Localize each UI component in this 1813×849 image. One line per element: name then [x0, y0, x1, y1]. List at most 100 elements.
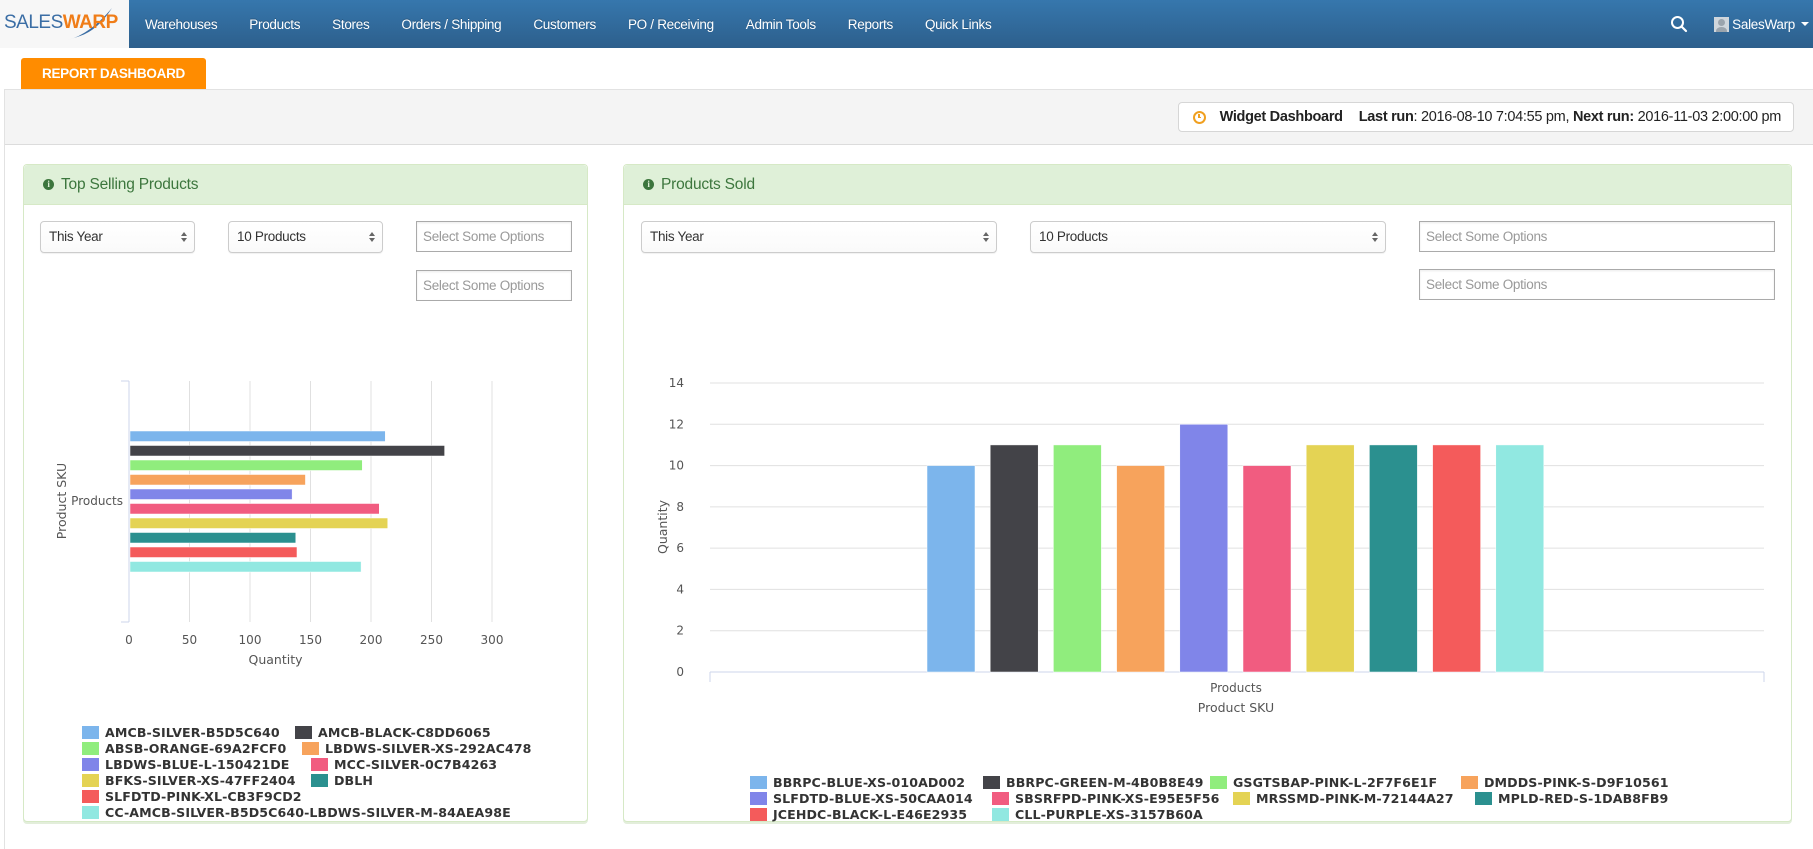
nav-orders-shipping[interactable]: Orders / Shipping	[385, 17, 517, 32]
legend-item[interactable]: SLFDTD-BLUE-XS-50CAA014	[750, 791, 973, 806]
last-run-value: 2016-08-10 7:04:55 pm	[1421, 109, 1566, 125]
legend-label: SBSRFPD-PINK-XS-E95E5F56	[1015, 791, 1220, 806]
legend-label: BBRPC-GREEN-M-4B0B8E49	[1006, 775, 1204, 790]
nav-reports[interactable]: Reports	[832, 17, 909, 32]
legend-item[interactable]: CC-AMCB-SILVER-B5D5C640-LBDWS-SILVER-M-8…	[82, 805, 511, 820]
legend-label: JCEHDC-BLACK-L-E46E2935	[773, 807, 968, 822]
widget-top-selling-products: i Top Selling Products This Year 10 Prod…	[23, 164, 588, 822]
y-tick-label: 6	[676, 541, 684, 555]
user-menu[interactable]: SalesWarp	[1714, 16, 1809, 32]
saleswarp-logo[interactable]: SALESWARP	[0, 0, 129, 48]
legend-label: SLFDTD-PINK-XL-CB3F9CD2	[105, 789, 302, 804]
bar	[1242, 465, 1292, 673]
run-info-box: Widget Dashboard Last run: 2016-08-10 7:…	[1177, 102, 1794, 132]
y-axis-title: Product SKU	[54, 463, 69, 539]
y-tick-label: 10	[669, 459, 684, 473]
bar	[129, 546, 298, 558]
legend-label: CLL-PURPLE-XS-3157B60A	[1015, 807, 1203, 822]
legend-label: SLFDTD-BLUE-XS-50CAA014	[773, 791, 973, 806]
legend-label: AMCB-SILVER-B5D5C640	[105, 725, 280, 740]
legend-label: CC-AMCB-SILVER-B5D5C640-LBDWS-SILVER-M-8…	[105, 805, 511, 820]
legend-item[interactable]: ABSB-ORANGE-69A2FCF0	[82, 741, 286, 756]
legend-item[interactable]: BFKS-SILVER-XS-47FF2404	[82, 773, 296, 788]
bar	[926, 465, 976, 673]
legend-item[interactable]: SBSRFPD-PINK-XS-E95E5F56	[992, 791, 1220, 806]
caret-down-icon	[1801, 22, 1809, 26]
user-avatar-icon	[1714, 16, 1730, 32]
legend-swatch	[1461, 776, 1478, 789]
legend-label: MPLD-RED-S-1DAB8FB9	[1498, 791, 1669, 806]
y-tick-label: 2	[676, 624, 684, 638]
bar	[1116, 465, 1165, 673]
legend-swatch	[82, 790, 99, 803]
legend-item[interactable]: CLL-PURPLE-XS-3157B60A	[992, 807, 1203, 822]
x-axis-title: Quantity	[248, 652, 303, 667]
legend-item[interactable]: BBRPC-BLUE-XS-010AD002	[750, 775, 965, 790]
legend-item[interactable]: LBDWS-BLUE-L-150421DE	[82, 757, 289, 772]
dashboard-toolbar: Widget Dashboard Last run: 2016-08-10 7:…	[5, 90, 1813, 145]
separator-comma: ,	[1565, 109, 1573, 125]
bar	[1369, 444, 1418, 673]
legend-label: BBRPC-BLUE-XS-010AD002	[773, 775, 966, 790]
x-axis-title: Product SKU	[1198, 700, 1274, 715]
search-icon[interactable]	[1670, 15, 1688, 33]
legend-label: GSGTSBAP-PINK-L-2F7F6E1F	[1233, 775, 1438, 790]
y-axis-title: Quantity	[655, 499, 670, 554]
bar	[129, 474, 306, 486]
tab-report-dashboard[interactable]: REPORT DASHBOARD	[21, 58, 206, 89]
legend-swatch	[82, 742, 99, 755]
legend-item[interactable]: AMCB-BLACK-C8DD6065	[295, 725, 491, 740]
legend-item[interactable]: MRSSMD-PINK-M-72144A27	[1233, 791, 1454, 806]
legend-item[interactable]: JCEHDC-BLACK-L-E46E2935	[750, 807, 967, 822]
clock-icon	[1192, 110, 1206, 124]
legend-swatch	[1475, 792, 1492, 805]
legend-swatch	[295, 726, 312, 739]
legend-item[interactable]: DMDDS-PINK-S-D9F10561	[1461, 775, 1669, 790]
x-tick-label: 200	[360, 633, 383, 647]
legend-swatch	[82, 758, 99, 771]
bar	[129, 488, 293, 500]
nav-po-receiving[interactable]: PO / Receiving	[612, 17, 730, 32]
next-run-value: 2016-11-03 2:00:00 pm	[1637, 109, 1782, 125]
legend-swatch	[750, 776, 767, 789]
y-tick-label: 8	[676, 500, 684, 514]
bar	[989, 444, 1039, 673]
legend-item[interactable]: LBDWS-SILVER-XS-292AC478	[302, 741, 532, 756]
legend-item[interactable]: AMCB-SILVER-B5D5C640	[82, 725, 280, 740]
legend-item[interactable]: GSGTSBAP-PINK-L-2F7F6E1F	[1210, 775, 1437, 790]
next-run-label: Next run:	[1572, 109, 1634, 125]
nav-warehouses[interactable]: Warehouses	[129, 17, 233, 32]
legend-swatch	[1233, 792, 1250, 805]
y-tick-label: 14	[669, 376, 684, 390]
legend-label: MCC-SILVER-0C7B4263	[334, 757, 498, 772]
legend-item[interactable]: MCC-SILVER-0C7B4263	[311, 757, 497, 772]
legend-swatch	[992, 808, 1009, 821]
dashboard-title: Widget Dashboard	[1219, 109, 1343, 125]
legend-item[interactable]: BBRPC-GREEN-M-4B0B8E49	[983, 775, 1203, 790]
legend-item[interactable]: DBLH	[311, 773, 373, 788]
nav-quick-links[interactable]: Quick Links	[909, 17, 1007, 32]
x-tick-label: 150	[299, 633, 322, 647]
nav-products[interactable]: Products	[233, 17, 316, 32]
nav-stores[interactable]: Stores	[316, 17, 385, 32]
legend-item[interactable]: SLFDTD-PINK-XL-CB3F9CD2	[82, 789, 302, 804]
bar	[1495, 444, 1545, 673]
legend-swatch	[82, 806, 99, 819]
bar	[129, 445, 445, 457]
x-category-label: Products	[1210, 681, 1262, 695]
y-category-label: Products	[71, 494, 123, 508]
legend-swatch	[311, 758, 328, 771]
legend-swatch	[82, 726, 99, 739]
legend-item[interactable]: MPLD-RED-S-1DAB8FB9	[1475, 791, 1668, 806]
legend-label: BFKS-SILVER-XS-47FF2404	[105, 773, 296, 788]
legend-swatch	[750, 792, 767, 805]
legend-label: ABSB-ORANGE-69A2FCF0	[105, 741, 287, 756]
x-tick-label: 0	[125, 633, 133, 647]
legend-label: LBDWS-BLUE-L-150421DE	[105, 757, 290, 772]
nav-customers[interactable]: Customers	[517, 17, 612, 32]
nav-admin-tools[interactable]: Admin Tools	[730, 17, 832, 32]
bar	[1179, 424, 1229, 673]
bar	[129, 430, 386, 442]
legend-swatch	[983, 776, 1000, 789]
bar	[129, 561, 362, 573]
